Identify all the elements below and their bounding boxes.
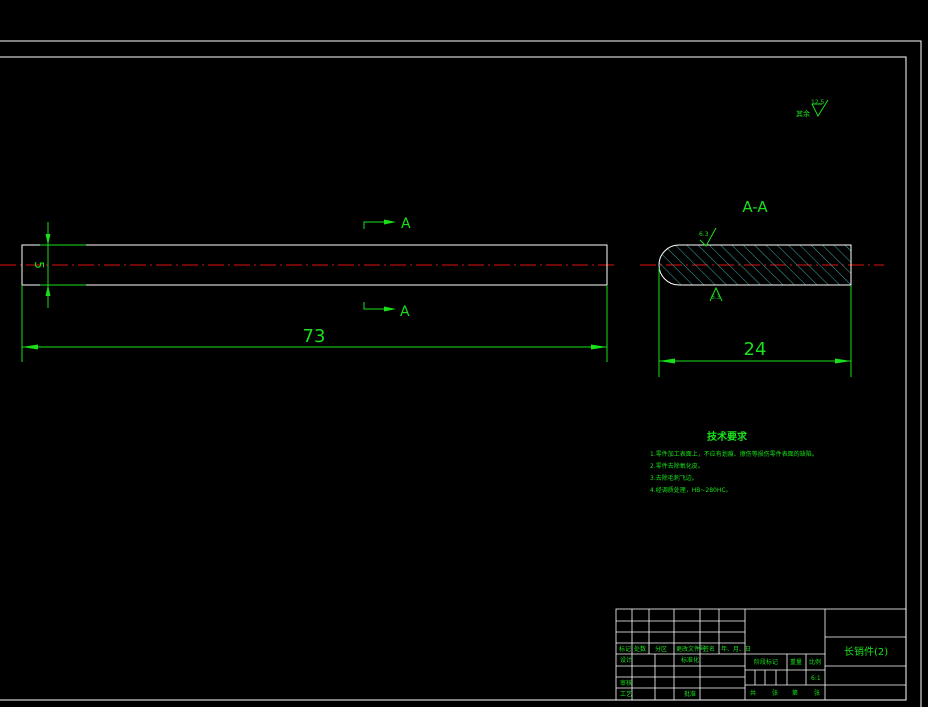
section-view: A-A 6.3 6.3 24 — [640, 198, 884, 377]
section-arrow-bottom — [384, 306, 396, 312]
section-arrow-top — [384, 219, 396, 225]
tb-label: 处数 — [634, 645, 646, 653]
note-item: 4.经调质处理，HB~280HC。 — [650, 486, 732, 494]
note-item: 3.去除毛刺飞边。 — [650, 474, 698, 482]
outer-frame — [0, 40, 922, 707]
tb-scale: 6:1 — [811, 675, 821, 682]
part-name: 长销件(2) — [844, 645, 888, 658]
notes-title: 技术要求 — [707, 430, 748, 443]
tb-label: 张 — [772, 689, 778, 697]
inner-frame — [0, 56, 907, 701]
section-letter-bottom: A — [400, 304, 410, 320]
tb-label: 共 — [750, 689, 756, 697]
main-view: 5 73 A A — [0, 216, 618, 362]
surface-finish-bottom-label: 6.3 — [711, 294, 721, 301]
tb-label: 重量 — [790, 658, 802, 666]
diameter-label: 5 — [32, 261, 46, 269]
tb-label: 比例 — [809, 658, 821, 666]
surface-finish-rest-label: 其余 — [796, 109, 810, 118]
width-label: 24 — [744, 339, 767, 360]
tb-label: 更改文件号 — [676, 645, 706, 653]
length-arrow-right — [591, 344, 607, 350]
tb-label: 第 — [792, 689, 798, 697]
length-label: 73 — [303, 326, 326, 347]
diameter-arrow-top — [45, 234, 51, 245]
title-block-text: 标记 处数 分区 更改文件号 签名 年、月、日 设计 标准化 审核 工艺 批准 … — [619, 645, 888, 698]
width-arrow-left — [659, 358, 675, 364]
tb-label: 签名 — [703, 645, 715, 653]
tb-label: 工艺 — [620, 690, 632, 698]
surface-finish-rest: 其余 12.5 — [796, 99, 829, 118]
surface-finish-top-label: 6.3 — [699, 231, 709, 238]
section-profile — [658, 244, 852, 286]
section-letter-top: A — [401, 216, 411, 232]
technical-notes: 技术要求 1.零件加工表面上，不应有划痕、擦伤等损伤零件表面的缺陷。 2.零件去… — [650, 430, 818, 494]
tb-label: 审核 — [620, 679, 632, 687]
tb-label: 标准化 — [681, 656, 699, 664]
length-arrow-left — [22, 344, 38, 350]
note-item: 1.零件加工表面上，不应有划痕、擦伤等损伤零件表面的缺陷。 — [650, 450, 818, 458]
diameter-arrow-bottom — [45, 285, 51, 296]
width-arrow-right — [835, 358, 851, 364]
cad-drawing-canvas: 5 73 A A A-A 6.3 6.3 24 其余 12.5 技术要求 1.零… — [0, 40, 922, 707]
tb-label: 张 — [814, 689, 820, 697]
tb-label: 批准 — [684, 690, 696, 698]
tb-label: 分区 — [655, 645, 667, 653]
tb-label: 标记 — [619, 645, 631, 653]
note-item: 2.零件去除氧化皮。 — [650, 462, 704, 470]
section-title: A-A — [742, 198, 768, 216]
tb-label: 设计 — [620, 656, 632, 664]
tb-label: 年、月、日 — [721, 645, 751, 653]
surface-finish-rest-value: 12.5 — [811, 99, 825, 106]
tb-label: 阶段标记 — [754, 658, 778, 666]
